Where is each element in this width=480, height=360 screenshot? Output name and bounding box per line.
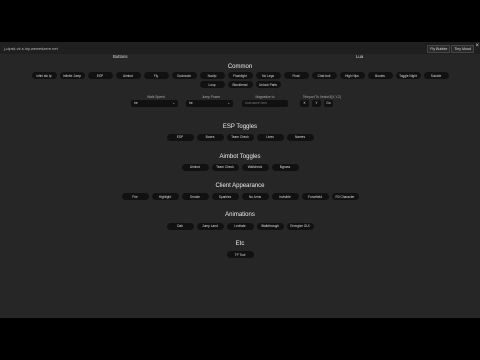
esp-button[interactable]: ESP [87,72,113,80]
blockhead-button[interactable]: Blockhead [227,81,253,89]
title-bar: j-ulpsk.vk.s.lny.wewedzere.net Fly Bubbl… [0,42,480,54]
tiny-mood-button[interactable]: Tiny Mood [451,44,474,53]
sparkles-button[interactable]: Sparkles [211,193,239,201]
team-check-button[interactable]: Team Check [226,133,254,141]
noclip-button[interactable]: Noclip [199,72,225,80]
app-window: j-ulpsk.vk.s.lny.wewedzere.net Fly Bubbl… [0,42,480,318]
top-buttons: Fly Bubble Tiny Mood [427,44,474,53]
highlight-button[interactable]: Highlight [151,193,179,201]
fly-bubble-button[interactable]: Fly Bubble [427,44,451,53]
esp-button[interactable]: ESP [166,133,194,141]
tab-buttons[interactable]: Buttons [113,54,128,59]
chevron-down-icon: ⌄ [172,101,175,106]
infinite-jump-button[interactable]: Infinite Jump [59,72,85,80]
client-buttons-row: Fire Highlight Smoke Sparkles No Arms Invisib… [0,193,480,201]
walkthrough-button[interactable]: Walkthrough [256,222,284,230]
unlock-parts-button[interactable]: Unlock Parts [255,81,281,89]
wallcheck-button[interactable]: Wallcheck [241,163,269,171]
animations-buttons-row: Dab Jump Land Levitate Walkthrough Energize … [0,222,480,230]
forcefield-button[interactable]: Forcefield [301,193,329,201]
teleport-go-button[interactable]: Go [324,99,333,107]
toggle-night-button[interactable]: Toggle Night [395,72,421,80]
team-check-button[interactable]: Team Check [211,163,239,171]
jump-power-value: he [189,101,193,106]
boosts-button[interactable]: Boosts [367,72,393,80]
common-buttons-row-1: infini stk tp Infinite Jump ESP Aimbot Fly Go… [0,72,480,80]
invisible-button[interactable]: Invisible [271,193,299,201]
aimbot-button[interactable]: Aimbot [115,72,141,80]
section-title-common: Common [227,64,253,70]
jump-power-label: Jump Power [201,94,221,99]
teleport-label: Teleport To Vector3(X,Y,Z) [302,94,342,99]
suicide-button[interactable]: Suicide [423,72,449,80]
flashlight-button[interactable]: Flashlight [227,72,253,80]
walk-speed-select[interactable]: he ⌄ [131,99,178,107]
common-buttons-row-2: Loop Blockhead Unlock Parts [0,81,480,89]
aimbot-buttons-row: Aimbot Team Check Wallcheck Bypass [0,163,480,171]
url-text: j-ulpsk.vk.s.lny.wewedzere.net [4,46,58,51]
section-title-client: Client Appearance [215,183,265,189]
levitate-button[interactable]: Levitate [226,222,254,230]
tp-tool-button[interactable]: TP Tool [226,251,254,259]
teleport-y-button[interactable]: Y [312,99,321,107]
chat-troll-button[interactable]: Chat troll [311,72,337,80]
tab-lua[interactable]: Lua [356,54,363,59]
energize-gui-button[interactable]: Energize GUI [286,222,314,230]
loop-button[interactable]: Loop [199,81,225,89]
player-label: Magnetize to [255,94,275,99]
chevron-down-icon: ⌄ [227,101,230,106]
etc-buttons-row: TP Tool [0,251,480,259]
no-arms-button[interactable]: No Arms [241,193,269,201]
close-icon[interactable]: × [475,43,479,49]
boxes-button[interactable]: Boxes [196,133,224,141]
bypass-button[interactable]: Bypass [271,163,299,171]
names-button[interactable]: Names [286,133,314,141]
no-legs-button[interactable]: No Legs [255,72,281,80]
section-title-esp: ESP Toggles [222,124,258,130]
esp-buttons-row: ESP Boxes Team Check Lines Names [0,133,480,141]
high-hips-button[interactable]: High Hips [339,72,365,80]
lines-button[interactable]: Lines [256,133,284,141]
player-placeholder: Username here [245,101,267,106]
float-button[interactable]: Float [283,72,309,80]
smoke-button[interactable]: Smoke [181,193,209,201]
section-title-animations: Animations [225,212,255,218]
walk-speed-value: he [134,101,138,106]
jump-power-select[interactable]: he ⌄ [186,99,233,107]
jump-land-button[interactable]: Jump Land [196,222,224,230]
fly-button[interactable]: Fly [143,72,169,80]
infini-stk-tp-button[interactable]: infini stk tp [31,72,57,80]
section-title-aimbot: Aimbot Toggles [219,154,261,160]
section-title-etc: Etc [235,241,245,247]
walk-speed-label: Walk Speed [147,94,165,99]
r3-character-button[interactable]: R3 Character [331,193,359,201]
dab-button[interactable]: Dab [166,222,194,230]
player-input[interactable]: Username here [242,99,288,107]
aimbot-button[interactable]: Aimbot [181,163,209,171]
teleport-x-button[interactable]: X [300,99,309,107]
godmode-button[interactable]: Godmode [171,72,197,80]
fire-button[interactable]: Fire [121,193,149,201]
